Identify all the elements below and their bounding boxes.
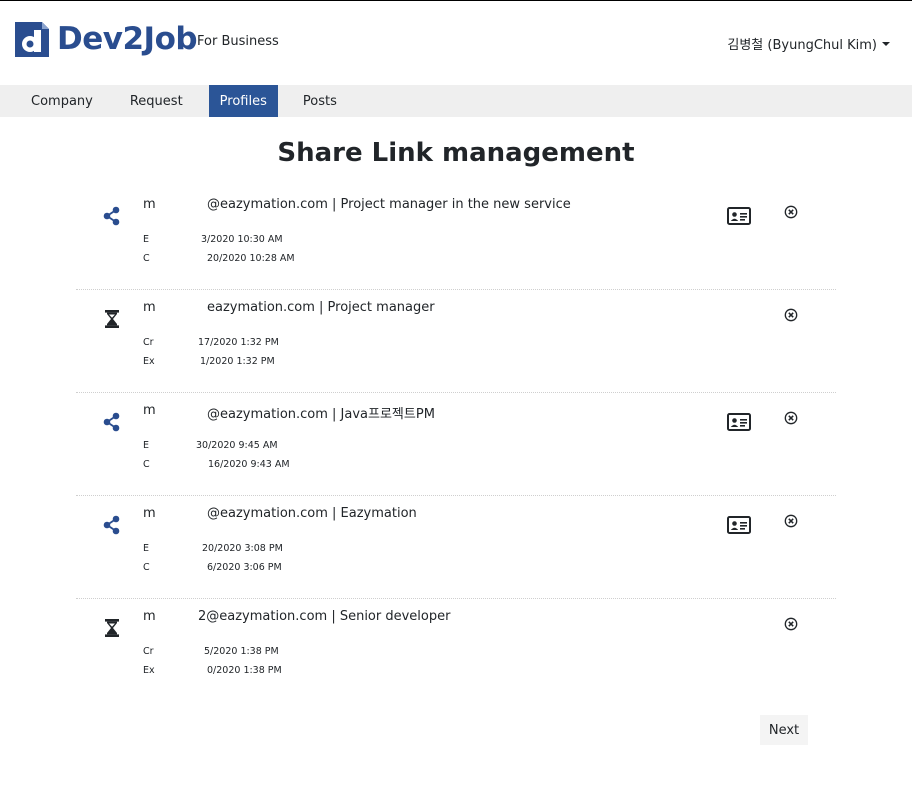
profile-card-icon[interactable] — [727, 207, 751, 225]
item-prefix: m — [143, 300, 156, 315]
main-nav: Company Request Profiles Posts — [0, 85, 912, 117]
item-line3-prefix: Ex — [143, 665, 155, 676]
user-name: 김병철 (ByungChul Kim) — [727, 38, 877, 53]
item-line2-prefix: Cr — [143, 337, 154, 348]
share-link-item: m @eazymation.com | Project manager in th… — [76, 187, 836, 290]
item-line2-date: 20/2020 3:08 PM — [202, 543, 283, 554]
item-title: 2@eazymation.com | Senior developer — [198, 609, 451, 624]
item-title: @eazymation.com | Project manager in the… — [207, 197, 571, 212]
item-line2-date: 17/2020 1:32 PM — [198, 337, 279, 348]
item-line2-date: 30/2020 9:45 AM — [196, 440, 278, 451]
item-line2-date: 5/2020 1:38 PM — [204, 646, 279, 657]
user-menu[interactable]: 김병철 (ByungChul Kim) — [727, 34, 890, 53]
remove-icon[interactable] — [784, 204, 798, 219]
item-prefix: m — [143, 609, 156, 624]
hourglass-icon — [102, 308, 122, 330]
page-title: Share Link management — [277, 138, 635, 168]
item-prefix: m — [143, 506, 156, 521]
item-line3-prefix: C — [143, 459, 150, 470]
item-prefix: m — [143, 403, 156, 418]
item-line2-prefix: E — [143, 543, 150, 554]
profile-card-icon[interactable] — [727, 413, 751, 431]
logo[interactable]: Dev2Job — [12, 18, 198, 60]
tab-company[interactable]: Company — [20, 85, 104, 117]
tab-profiles[interactable]: Profiles — [208, 85, 278, 117]
logo-mark-icon — [15, 22, 49, 57]
item-line3-date: 6/2020 3:06 PM — [207, 562, 282, 573]
item-line3-date: 0/2020 1:38 PM — [207, 665, 282, 676]
share-icon — [102, 411, 122, 433]
share-icon — [102, 205, 122, 227]
item-line3-prefix: C — [143, 253, 150, 264]
remove-icon[interactable] — [784, 616, 798, 631]
logo-text: Dev2Job — [57, 21, 198, 57]
tab-posts[interactable]: Posts — [292, 85, 348, 117]
remove-icon[interactable] — [784, 410, 798, 425]
item-line3-date: 1/2020 1:32 PM — [200, 356, 275, 367]
share-link-item: m 2@eazymation.com | Senior developer Cr 5/… — [76, 599, 836, 701]
tab-request[interactable]: Request — [119, 85, 194, 117]
share-link-item: m @eazymation.com | Eazymation E 20/2020 3:… — [76, 496, 836, 599]
item-line2-date: 3/2020 10:30 AM — [201, 234, 283, 245]
for-business-label: For Business — [197, 34, 279, 49]
item-line2-prefix: E — [143, 234, 150, 245]
item-line2-prefix: E — [143, 440, 150, 451]
item-prefix: m — [143, 197, 156, 212]
share-icon — [102, 514, 122, 536]
share-link-item: m eazymation.com | Project manager Cr 17/20… — [76, 290, 836, 393]
item-line3-date: 16/2020 9:43 AM — [208, 459, 290, 470]
caret-down-icon — [882, 41, 890, 46]
header: Dev2Job For Business 김병철 (ByungChul Kim) — [0, 1, 912, 85]
remove-icon[interactable] — [784, 513, 798, 528]
share-link-item: m @eazymation.com | Java프로젝트PM E 30/2020 9:… — [76, 393, 836, 496]
profile-card-icon[interactable] — [727, 516, 751, 534]
item-title: eazymation.com | Project manager — [207, 300, 435, 315]
hourglass-icon — [102, 617, 122, 639]
item-line3-date: 20/2020 10:28 AM — [207, 253, 295, 264]
next-button[interactable]: Next — [760, 715, 808, 745]
item-title: @eazymation.com | Eazymation — [207, 506, 417, 521]
remove-icon[interactable] — [784, 307, 798, 322]
item-line3-prefix: C — [143, 562, 150, 573]
item-title: @eazymation.com | Java프로젝트PM — [207, 407, 435, 422]
item-line3-prefix: Ex — [143, 356, 155, 367]
item-line2-prefix: Cr — [143, 646, 154, 657]
share-link-list: m @eazymation.com | Project manager in th… — [76, 187, 836, 701]
